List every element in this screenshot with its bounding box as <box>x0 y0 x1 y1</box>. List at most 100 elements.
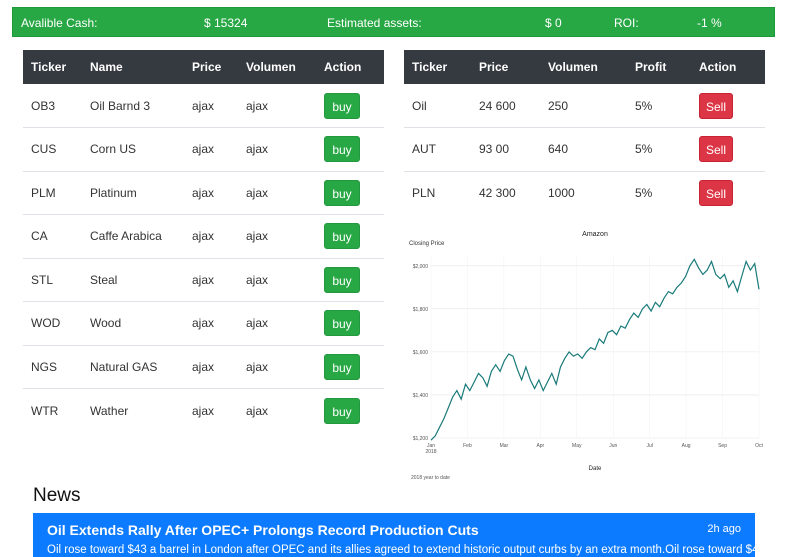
roi-label: ROI: <box>614 16 639 30</box>
volume-cell: ajax <box>238 301 316 345</box>
cash-label: Avalible Cash: <box>21 16 98 30</box>
chart-y-tick-label: $2,000 <box>413 264 429 270</box>
price-cell: ajax <box>184 344 238 389</box>
chart-x-tick-label: Sep <box>718 443 727 449</box>
ticker-cell: PLM <box>23 170 82 215</box>
column-header-volume: Volumen <box>548 60 598 74</box>
market-table: Ticker Name Price Volumen Action OB3 Oil… <box>23 50 384 432</box>
table-row: PLN 42 300 1000 5% Sell <box>404 170 765 215</box>
price-cell: 42 300 <box>471 170 540 215</box>
volume-cell: ajax <box>238 170 316 215</box>
buy-button[interactable]: buy <box>324 223 360 250</box>
price-cell: 24 600 <box>479 98 516 113</box>
table-row: AUT 93 00 640 5% Sell <box>404 127 765 171</box>
profit-cell: 5% <box>627 127 691 171</box>
volume-cell: ajax <box>238 388 316 432</box>
ticker-cell: PLN <box>404 170 471 215</box>
column-header-ticker: Ticker <box>31 60 67 74</box>
column-header-action: Action <box>324 60 362 74</box>
column-header-ticker: Ticker <box>412 60 448 74</box>
buy-button[interactable]: buy <box>324 92 360 119</box>
price-cell: ajax <box>184 301 238 345</box>
chart-y-tick-label: $1,800 <box>413 307 429 313</box>
chart-series-line <box>430 258 760 441</box>
name-cell: Platinum <box>82 170 184 215</box>
ticker-cell: CA <box>23 214 82 258</box>
column-header-name: Name <box>90 60 123 74</box>
chart-x-tick-label: Mar <box>500 443 509 449</box>
column-header-price: Price <box>192 60 222 74</box>
price-cell: ajax <box>184 127 238 171</box>
price-cell: 93 00 <box>471 127 540 171</box>
ticker-cell: WOD <box>23 301 82 345</box>
profit-cell: 5% <box>627 170 691 215</box>
chart-title: Amazon <box>582 231 608 238</box>
market-table-header: Ticker Name Price Volumen Action <box>23 50 384 84</box>
name-cell: Wather <box>82 388 184 432</box>
chart-x-tick-label: May <box>572 443 582 449</box>
chart-x-tick-label: 2018 <box>425 449 436 455</box>
portfolio-status-bar: Avalible Cash: $ 15324 Estimated assets:… <box>12 7 775 37</box>
name-cell: Natural GAS <box>82 344 184 389</box>
name-cell: Oil Barnd 3 <box>90 98 151 113</box>
chart-x-tick-label: Apr <box>536 443 544 449</box>
ticker-cell: CUS <box>23 127 82 171</box>
buy-button[interactable]: buy <box>324 353 360 380</box>
volume-cell: ajax <box>246 98 269 113</box>
ticker-cell: OB3 <box>31 98 56 113</box>
sell-button[interactable]: Sell <box>699 136 733 163</box>
sell-button[interactable]: Sell <box>699 180 733 206</box>
table-row: OB3 Oil Barnd 3 ajax ajax buy <box>23 84 384 128</box>
price-cell: ajax <box>192 98 215 113</box>
sell-button[interactable]: Sell <box>699 92 733 119</box>
volume-cell: ajax <box>238 214 316 258</box>
price-cell: ajax <box>184 214 238 258</box>
price-cell: ajax <box>184 388 238 432</box>
chart-x-axis-label: Date <box>589 466 602 472</box>
news-card[interactable]: Oil Extends Rally After OPEC+ Prolongs R… <box>33 513 755 557</box>
ticker-cell: Oil <box>412 98 427 113</box>
table-row: NGS Natural GAS ajax ajax buy <box>23 344 384 389</box>
chart-y-tick-label: $1,200 <box>413 436 429 442</box>
chart-x-tick-label: Jun <box>609 443 617 449</box>
chart-y-tick-label: $1,400 <box>413 393 429 399</box>
name-cell: Caffe Arabica <box>82 214 184 258</box>
table-row: CUS Corn US ajax ajax buy <box>23 127 384 171</box>
name-cell: Corn US <box>82 127 184 171</box>
news-title[interactable]: Oil Extends Rally After OPEC+ Prolongs R… <box>47 522 479 538</box>
buy-button[interactable]: buy <box>324 136 360 163</box>
profit-cell: 5% <box>635 98 653 113</box>
column-header-action: Action <box>699 60 737 74</box>
assets-label: Estimated assets: <box>327 16 422 30</box>
name-cell: Steal <box>82 257 184 302</box>
table-row: CA Caffe Arabica ajax ajax buy <box>23 214 384 258</box>
volume-cell: 1000 <box>540 170 627 215</box>
volume-cell: ajax <box>238 127 316 171</box>
column-header-price: Price <box>479 60 509 74</box>
buy-button[interactable]: buy <box>324 266 360 293</box>
portfolio-table: Ticker Price Volumen Profit Action Oil 2… <box>404 50 765 215</box>
assets-value: $ 0 <box>545 16 562 30</box>
table-row: PLM Platinum ajax ajax buy <box>23 170 384 215</box>
ticker-cell: AUT <box>404 127 471 171</box>
chart-x-tick-label: Jul <box>646 443 652 449</box>
volume-cell: 640 <box>540 127 627 171</box>
price-cell: ajax <box>184 170 238 215</box>
buy-button[interactable]: buy <box>324 310 360 337</box>
column-header-profit: Profit <box>635 60 667 74</box>
ticker-cell: NGS <box>23 344 82 389</box>
ticker-cell: WTR <box>23 388 82 432</box>
chart-canvas: Amazon Closing Price Date 2018 year to date… <box>409 231 763 481</box>
table-row: WOD Wood ajax ajax buy <box>23 301 384 345</box>
buy-button[interactable]: buy <box>324 179 360 206</box>
ticker-cell: STL <box>23 257 82 302</box>
name-cell: Wood <box>82 301 184 345</box>
portfolio-table-header: Ticker Price Volumen Profit Action <box>404 50 765 84</box>
amazon-price-chart: Amazon Closing Price Date 2018 year to date… <box>404 222 767 484</box>
price-cell: ajax <box>184 257 238 302</box>
buy-button[interactable]: buy <box>324 397 360 424</box>
chart-x-tick-label: Feb <box>463 443 472 449</box>
column-header-volume: Volumen <box>246 60 296 74</box>
news-heading: News <box>33 485 81 506</box>
news-timestamp: 2h ago <box>707 523 741 535</box>
